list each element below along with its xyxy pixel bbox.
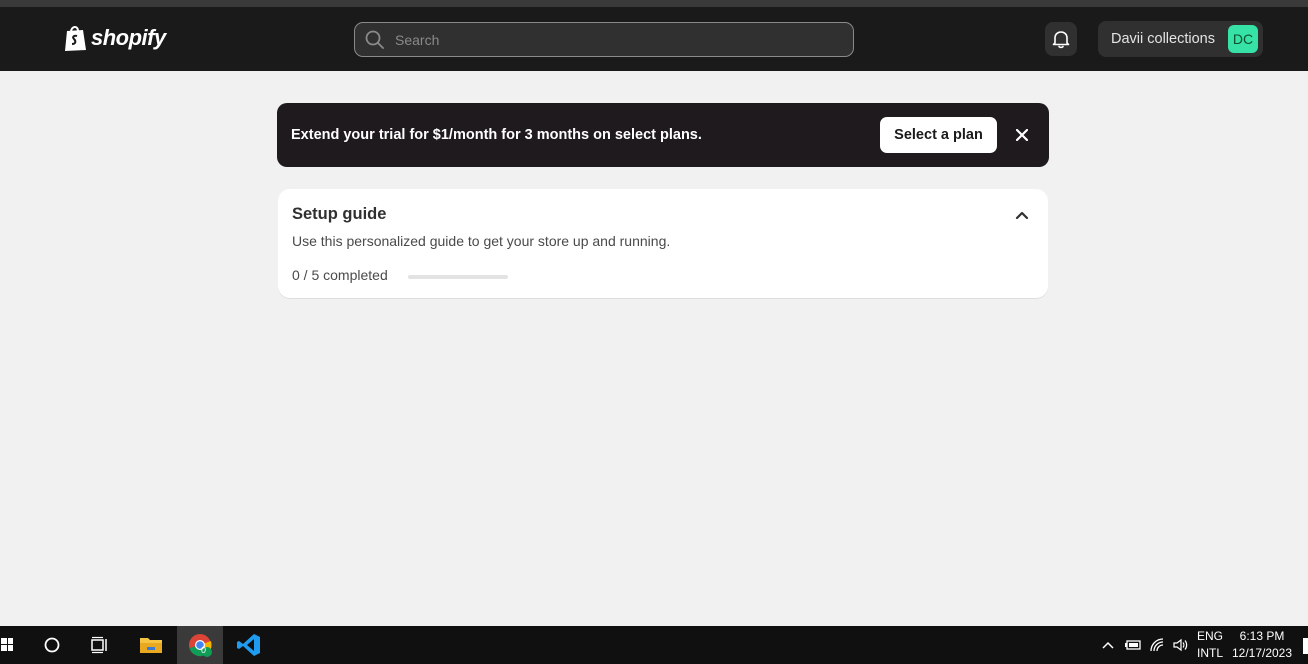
battery-icon — [1125, 640, 1141, 650]
task-view-icon — [91, 636, 107, 654]
shopify-bag-icon — [65, 26, 86, 51]
clock[interactable]: 6:13 PM 12/17/2023 — [1230, 628, 1294, 662]
select-plan-button[interactable]: Select a plan — [880, 117, 997, 153]
start-button[interactable] — [0, 626, 14, 664]
bell-icon — [1052, 31, 1070, 49]
collapse-guide-button[interactable] — [1014, 207, 1030, 223]
chevron-up-icon — [1015, 211, 1029, 220]
trial-banner: Extend your trial for $1/month for 3 mon… — [277, 103, 1049, 167]
windows-taskbar: 0 ENG INTL 6:13 PM 12/17/2023 — [0, 626, 1308, 664]
chrome-taskbar-button[interactable]: 0 — [177, 626, 223, 664]
cortana-icon — [44, 637, 60, 653]
speaker-icon — [1173, 638, 1188, 652]
notifications-button[interactable] — [1045, 22, 1077, 56]
progress-bar — [408, 275, 508, 279]
window-top-edge — [0, 0, 1308, 7]
progress-text: 0 / 5 completed — [292, 267, 388, 283]
tray-overflow-button[interactable] — [1098, 626, 1118, 664]
store-name: Davii collections — [1111, 31, 1215, 47]
banner-text: Extend your trial for $1/month for 3 mon… — [291, 127, 702, 143]
search-input[interactable] — [395, 31, 835, 48]
volume-button[interactable] — [1170, 626, 1190, 664]
folder-icon — [140, 638, 162, 653]
clock-date: 12/17/2023 — [1231, 646, 1293, 660]
dismiss-banner-button[interactable] — [1012, 125, 1032, 145]
language-code: ENG — [1196, 629, 1223, 643]
file-explorer-button[interactable] — [128, 626, 174, 664]
top-bar: shopify Davii collections DC — [0, 7, 1308, 71]
store-menu-button[interactable]: Davii collections DC — [1098, 21, 1263, 57]
chevron-up-icon — [1102, 641, 1114, 649]
clock-time: 6:13 PM — [1239, 629, 1285, 643]
chrome-icon — [189, 634, 212, 657]
network-button[interactable] — [1146, 626, 1168, 664]
search-icon — [365, 30, 384, 49]
logo-text: shopify — [91, 25, 166, 50]
vscode-taskbar-button[interactable] — [226, 626, 272, 664]
shopify-logo[interactable]: shopify — [63, 24, 166, 52]
task-view-button[interactable] — [82, 626, 118, 664]
setup-guide-title: Setup guide — [292, 205, 387, 223]
close-icon — [1016, 129, 1028, 141]
search-bar[interactable] — [354, 22, 854, 57]
battery-button[interactable] — [1122, 626, 1144, 664]
wifi-icon — [1150, 638, 1164, 652]
show-desktop-button[interactable] — [1303, 638, 1308, 654]
keyboard-layout: INTL — [1196, 646, 1223, 660]
setup-guide-card: Setup guide Use this personalized guide … — [278, 189, 1048, 298]
chrome-badge: 0 — [201, 645, 207, 655]
avatar: DC — [1228, 25, 1258, 53]
vscode-icon — [237, 634, 260, 656]
setup-guide-subtitle: Use this personalized guide to get your … — [292, 233, 671, 249]
language-indicator[interactable]: ENG INTL — [1194, 628, 1226, 662]
windows-icon — [1, 638, 13, 651]
cortana-button[interactable] — [34, 626, 70, 664]
